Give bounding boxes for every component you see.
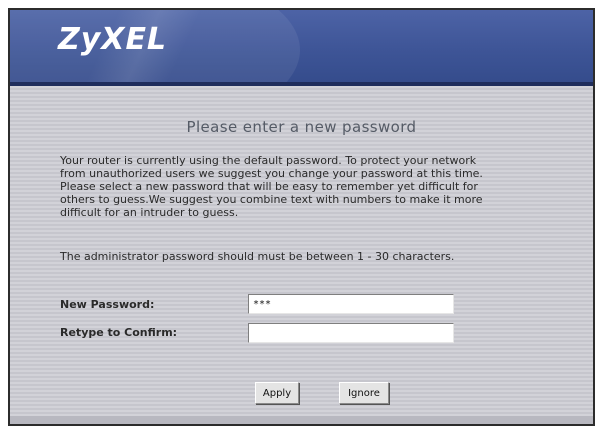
password-form-panel: Please enter a new password Your router … <box>10 86 593 424</box>
zyxel-logo: ZyXEL <box>58 22 168 57</box>
new-password-label: New Password: <box>60 298 155 311</box>
confirm-password-label: Retype to Confirm: <box>60 326 178 339</box>
intro-line: Your router is currently using the defau… <box>60 154 477 167</box>
header-banner: ZyXEL <box>10 10 593 82</box>
intro-text: Your router is currently using the defau… <box>60 154 570 219</box>
router-login-window: ZyXEL Please enter a new password Your r… <box>8 8 595 426</box>
apply-button[interactable]: Apply <box>255 382 299 404</box>
intro-line: difficult for an intruder to guess. <box>60 206 239 219</box>
ignore-button[interactable]: Ignore <box>339 382 389 404</box>
new-password-input[interactable] <box>248 294 454 314</box>
intro-line: Please select a new password that will b… <box>60 180 478 193</box>
page-title: Please enter a new password <box>186 118 417 136</box>
password-rule-text: The administrator password should must b… <box>60 250 455 263</box>
intro-line: from unauthorized users we suggest you c… <box>60 167 483 180</box>
confirm-password-input[interactable] <box>248 323 454 343</box>
intro-line: others to guess.We suggest you combine t… <box>60 193 483 206</box>
footer-band <box>10 416 593 424</box>
